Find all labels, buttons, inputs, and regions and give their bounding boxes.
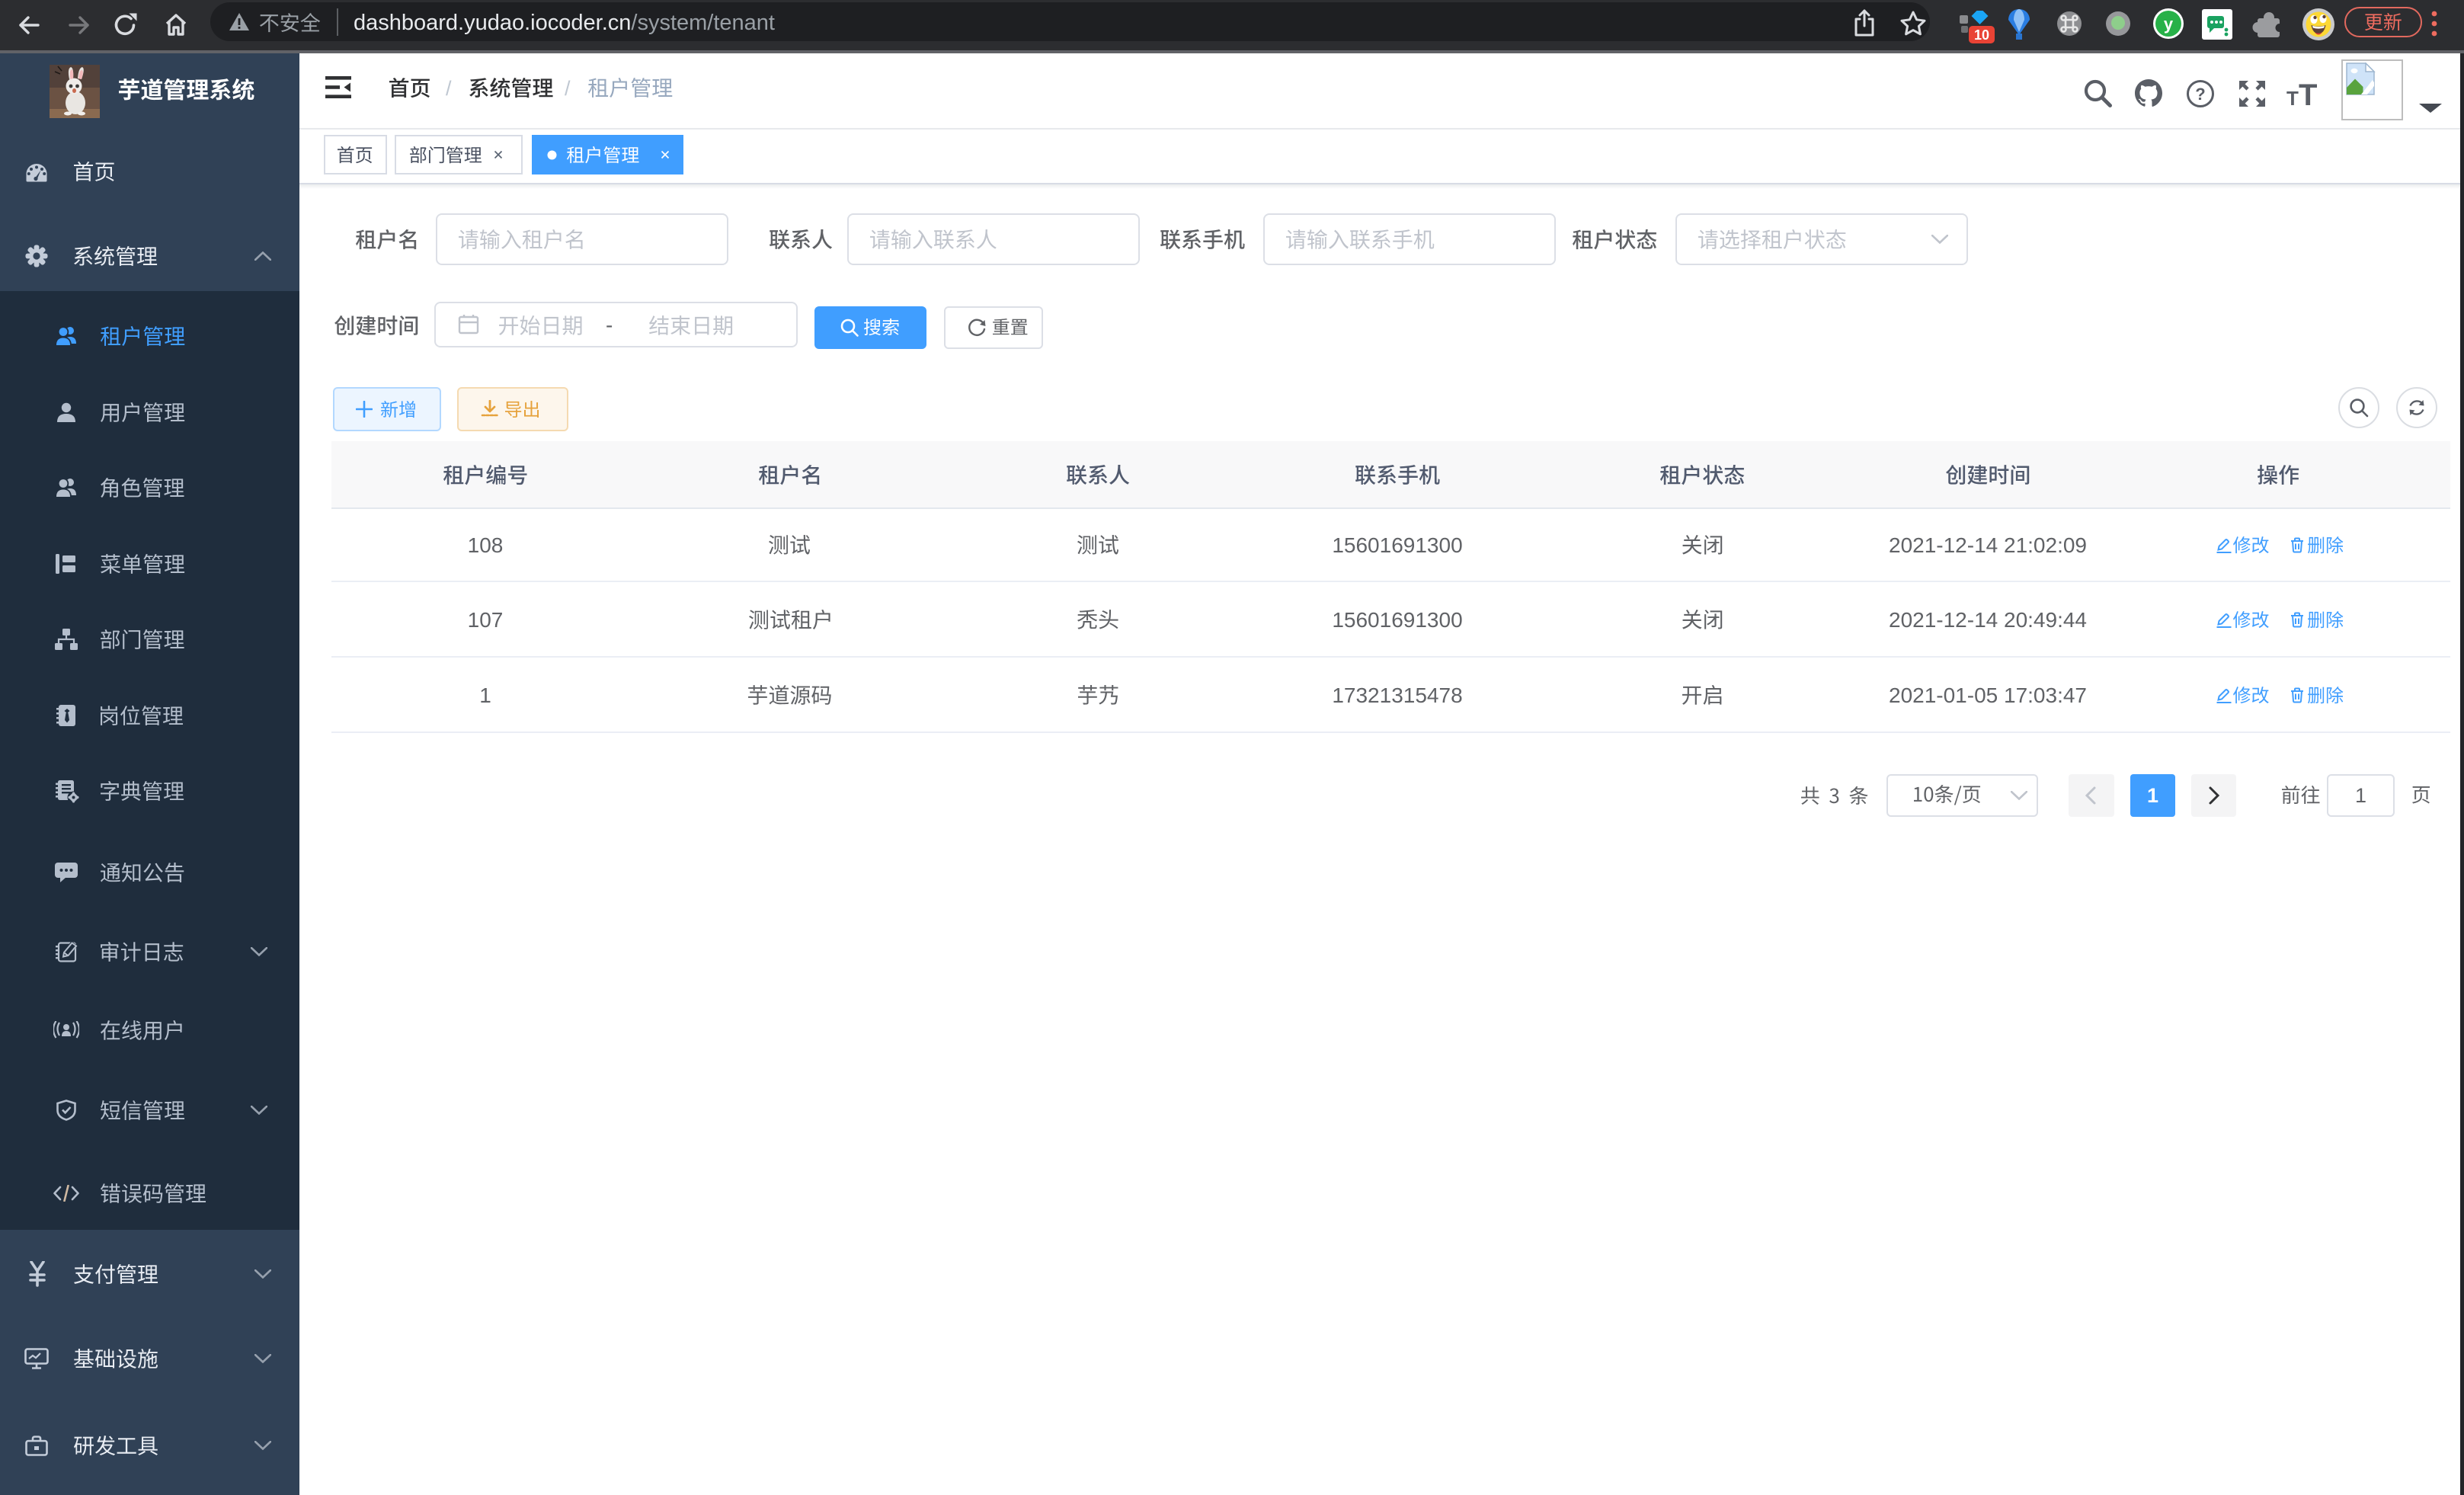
svg-text:?: ? xyxy=(2195,85,2205,104)
svg-text:T: T xyxy=(2299,81,2317,107)
svg-text:T: T xyxy=(2286,87,2299,107)
svg-text:10: 10 xyxy=(1974,27,1989,43)
svg-text:y: y xyxy=(2164,14,2174,34)
